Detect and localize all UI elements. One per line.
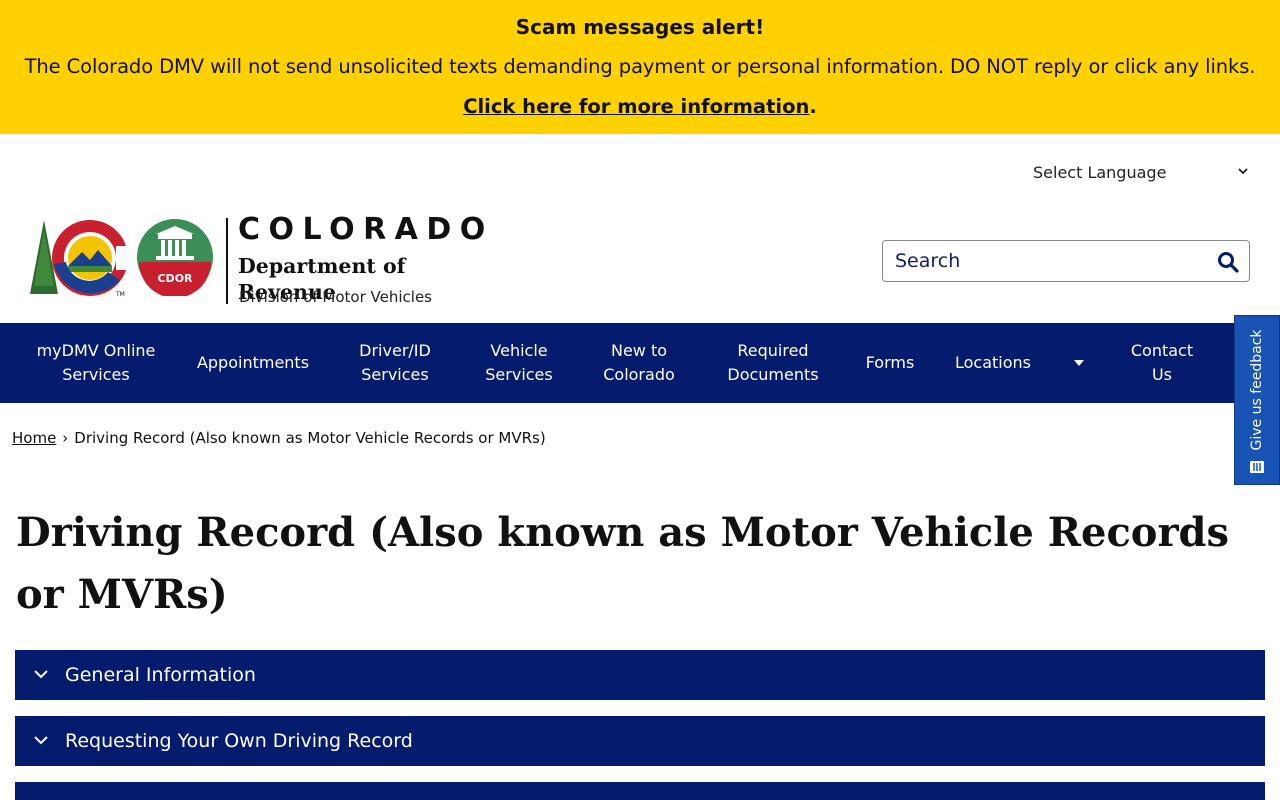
nav-item-label: New to xyxy=(610,341,668,360)
nav-item-label: Required xyxy=(737,341,809,360)
chevron-down-icon xyxy=(34,670,48,679)
nav-item-label: Locations xyxy=(954,353,1031,372)
nav-item-label: Services xyxy=(62,365,130,384)
alert-link-suffix: . xyxy=(809,95,817,118)
nav-item-mydmv[interactable]: myDMV Online Services xyxy=(22,323,170,403)
breadcrumb-separator: › xyxy=(62,429,69,447)
nav-item-appointments[interactable]: Appointments xyxy=(184,323,322,403)
nav-item-label: myDMV Online xyxy=(36,341,156,360)
chevron-down-icon xyxy=(1238,168,1248,175)
nav-item-label: Forms xyxy=(865,353,915,372)
cdor-seal-icon: CDOR xyxy=(137,219,213,296)
search-input[interactable] xyxy=(883,241,1203,281)
alert-link-line: Click here for more information. xyxy=(0,95,1280,119)
nav-item-locations[interactable]: Locations xyxy=(944,323,1042,403)
feedback-label: Give us feedback xyxy=(1249,329,1265,451)
feedback-tab[interactable]: Give us feedback xyxy=(1234,315,1280,485)
nav-item-new-to-colorado[interactable]: New to Colorado xyxy=(588,323,690,403)
language-select[interactable]: Select Language xyxy=(1022,158,1258,186)
search-icon xyxy=(1218,252,1239,273)
alert-body: The Colorado DMV will not send unsolicit… xyxy=(24,55,1256,78)
accordion-label: General Information xyxy=(65,664,256,686)
breadcrumb-home-link[interactable]: Home xyxy=(12,429,56,447)
accordion-partial[interactable] xyxy=(15,782,1265,800)
nav-item-label: Vehicle xyxy=(490,341,548,360)
scam-alert-banner: Scam messages alert! The Colorado DMV wi… xyxy=(0,0,1280,134)
logo-divider xyxy=(226,218,228,304)
more-information-link[interactable]: Click here for more information xyxy=(463,95,809,118)
nav-item-contact-us[interactable]: Contact Us xyxy=(1116,323,1208,403)
breadcrumb-current: Driving Record (Also known as Motor Vehi… xyxy=(74,429,546,447)
nav-item-label: Documents xyxy=(727,365,819,384)
accordion-requesting-own-record[interactable]: Requesting Your Own Driving Record xyxy=(15,716,1265,766)
accordion-general-information[interactable]: General Information xyxy=(15,650,1265,700)
main-nav: myDMV Online Services Appointments Driver… xyxy=(0,323,1280,403)
page-title: Driving Record (Also known as Motor Vehi… xyxy=(16,509,1230,618)
svg-text:CDOR: CDOR xyxy=(157,272,193,285)
nav-item-label: Services xyxy=(361,365,429,384)
cdor-logo[interactable]: TM CDOR COLORADO Department of Revenue D… xyxy=(28,214,498,306)
nav-item-required-documents[interactable]: Required Documents xyxy=(712,323,834,403)
nav-item-label: Appointments xyxy=(196,353,310,372)
nav-item-label: Colorado xyxy=(603,365,675,384)
search-box xyxy=(882,240,1250,282)
nav-item-label: Us xyxy=(1151,365,1173,384)
chevron-down-icon xyxy=(34,736,48,745)
logo-division: Division of Motor Vehicles xyxy=(239,288,432,306)
nav-item-forms[interactable]: Forms xyxy=(852,323,928,403)
breadcrumb: Home › Driving Record (Also known as Motor… xyxy=(12,428,546,448)
nav-item-label: Services xyxy=(485,365,553,384)
svg-text:TM: TM xyxy=(115,291,125,298)
nav-item-label: Contact xyxy=(1130,341,1194,360)
alert-title: Scam messages alert! xyxy=(515,15,765,39)
colorado-c-logo-icon: TM xyxy=(30,220,132,298)
language-select-label: Select Language xyxy=(1033,162,1167,182)
accordion-label: Requesting Your Own Driving Record xyxy=(65,730,413,752)
caret-down-icon[interactable] xyxy=(1073,358,1085,368)
nav-item-vehicle[interactable]: Vehicle Services xyxy=(470,323,568,403)
search-button[interactable] xyxy=(1215,249,1241,275)
logo-state-name: COLORADO xyxy=(238,212,494,247)
feedback-icon xyxy=(1250,461,1264,473)
nav-item-label: Driver/ID xyxy=(359,341,431,360)
nav-item-driver-id[interactable]: Driver/ID Services xyxy=(340,323,450,403)
